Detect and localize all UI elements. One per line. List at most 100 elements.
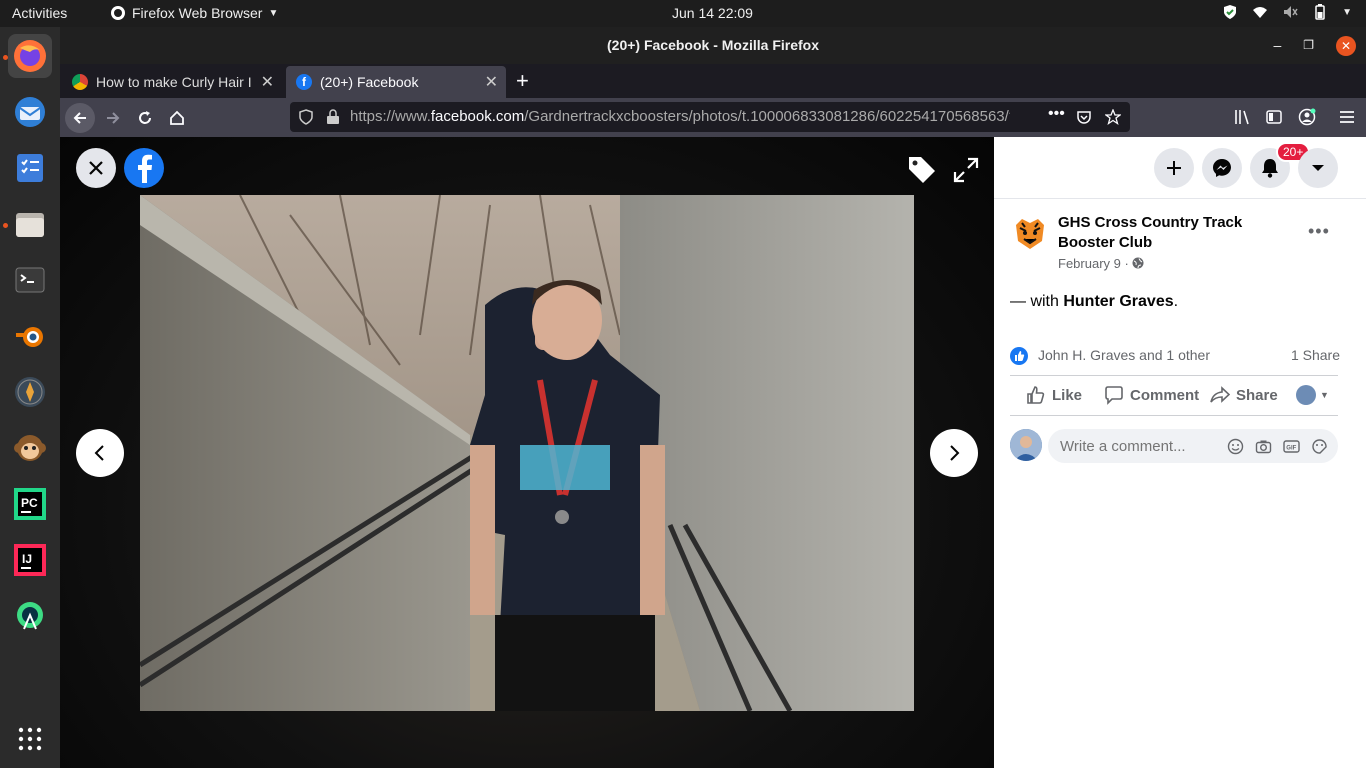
dock-inkscape[interactable] [8,370,52,414]
comment-composer: GIF [1010,429,1338,463]
system-tray[interactable]: ▼ [1222,4,1352,20]
post-date[interactable]: February 9 · [1058,256,1144,271]
facebook-f-icon [138,154,152,183]
post-photo[interactable] [140,195,914,711]
dock-terminal[interactable] [8,258,52,302]
emoji-icon[interactable] [1227,438,1244,455]
tab-curly-hair[interactable]: How to make Curly Hair I ✕ [62,66,282,98]
comment-button[interactable]: Comment [1104,385,1199,405]
reload-button[interactable] [130,103,160,133]
gnome-top-bar: Activities Firefox Web Browser ▼ Jun 14 … [0,0,1366,27]
like-reaction-icon [1010,347,1028,365]
fullscreen-icon[interactable] [953,157,979,183]
close-viewer-button[interactable] [76,148,116,188]
chrome-favicon-icon [72,74,88,90]
home-icon [170,110,184,125]
tag-icon[interactable] [906,154,938,186]
account-menu-button[interactable] [1298,148,1338,188]
comment-tools: GIF [1227,438,1328,455]
arrow-left-icon [73,112,86,124]
gif-icon[interactable]: GIF [1283,438,1300,455]
account-icon[interactable] [1298,108,1316,126]
messenger-button[interactable] [1202,148,1242,188]
home-button[interactable] [162,103,192,133]
post-sidebar: 20+ GHS Cross Country Track Booster Club… [994,137,1366,768]
back-button[interactable] [65,103,95,133]
hamburger-menu-icon[interactable] [1339,109,1355,125]
folder-icon [16,213,44,237]
tagged-person-link[interactable]: Hunter Graves [1063,293,1173,310]
divider [1010,415,1338,416]
monkey-icon [14,435,46,461]
sticker-icon[interactable] [1311,438,1328,455]
dock-files[interactable] [8,202,52,246]
svg-text:PC: PC [21,496,38,510]
clock[interactable]: Jun 14 22:09 [672,5,753,21]
dock-app-grid[interactable] [8,717,52,761]
page-avatar[interactable] [1010,213,1050,258]
url-prefix: https://www. [350,108,431,125]
maximize-button[interactable]: ❐ [1303,27,1314,64]
dock-android-studio[interactable] [8,594,52,638]
thumbs-up-icon [1027,386,1045,404]
post-actions: Like Comment Share ▼ [1010,385,1338,405]
url-text[interactable]: https://www.facebook.com/Gardnertrackxcb… [350,108,1010,125]
navigation-toolbar: https://www.facebook.com/Gardnertrackxcb… [60,98,1366,137]
dock-tasks[interactable] [8,146,52,190]
tab-bar: How to make Curly Hair I ✕ f (20+) Faceb… [60,64,1366,98]
minimize-button[interactable]: – [1273,27,1281,64]
avatar [1296,385,1316,405]
facebook-logo[interactable] [124,148,164,188]
caret-down-icon [1312,165,1324,171]
comment-icon [1105,386,1123,405]
shield-icon [1224,5,1237,19]
lock-icon[interactable] [326,109,340,125]
url-bar[interactable]: https://www.facebook.com/Gardnertrackxcb… [290,102,1130,132]
page-name[interactable]: GHS Cross Country Track Booster Club [1058,213,1278,253]
activities-button[interactable]: Activities [12,5,67,21]
caret-down-icon: ▼ [1320,390,1329,400]
firefox-app-icon [111,6,125,20]
bookmark-star-icon[interactable] [1105,109,1121,125]
share-button[interactable]: Share [1210,385,1278,405]
library-icon[interactable] [1234,109,1252,125]
messenger-icon [1213,159,1231,177]
tab-facebook[interactable]: f (20+) Facebook ✕ [286,66,506,98]
tab-label: (20+) Facebook [320,74,419,90]
sidebar-icon[interactable] [1266,109,1282,125]
camera-icon[interactable] [1255,438,1272,455]
dock-thunderbird[interactable] [8,90,52,134]
tab-close-icon[interactable]: ✕ [485,72,498,92]
page-content: 20+ GHS Cross Country Track Booster Club… [60,137,1366,768]
window-titlebar[interactable]: (20+) Facebook - Mozilla Firefox – ❐ ✕ [60,27,1366,64]
reactions-names[interactable]: John H. Graves and 1 other [1038,347,1210,363]
forward-button[interactable] [98,103,128,133]
close-window-button[interactable]: ✕ [1336,35,1356,56]
tab-close-icon[interactable]: ✕ [261,72,274,92]
like-button[interactable]: Like [1026,385,1082,405]
previous-photo-button[interactable] [76,429,124,477]
reaction-audience-selector[interactable]: ▼ [1296,385,1329,405]
svg-text:GIF: GIF [1286,445,1296,451]
dock-monkey-app[interactable] [8,426,52,470]
avatar[interactable] [1010,429,1042,461]
dock-pycharm[interactable]: PC [8,482,52,526]
intellij-icon: IJ [14,544,46,576]
pocket-icon[interactable] [1076,109,1092,125]
checklist-icon [17,154,43,182]
like-label: Like [1052,386,1083,404]
app-menu[interactable]: Firefox Web Browser ▼ [110,5,278,21]
next-photo-button[interactable] [930,429,978,477]
photo-image [140,195,914,711]
dock-intellij[interactable]: IJ [8,538,52,582]
page-actions-icon[interactable]: ••• [1048,105,1065,123]
create-button[interactable] [1154,148,1194,188]
post-options-icon[interactable]: ••• [1308,221,1330,242]
shield-tracking-icon[interactable] [298,109,314,125]
dock-blender[interactable] [8,314,52,358]
dock-firefox[interactable] [8,34,52,78]
share-label: Share [1236,386,1278,404]
new-tab-button[interactable]: + [516,68,529,94]
android-studio-icon [17,602,43,630]
share-count[interactable]: 1 Share [1291,347,1340,363]
